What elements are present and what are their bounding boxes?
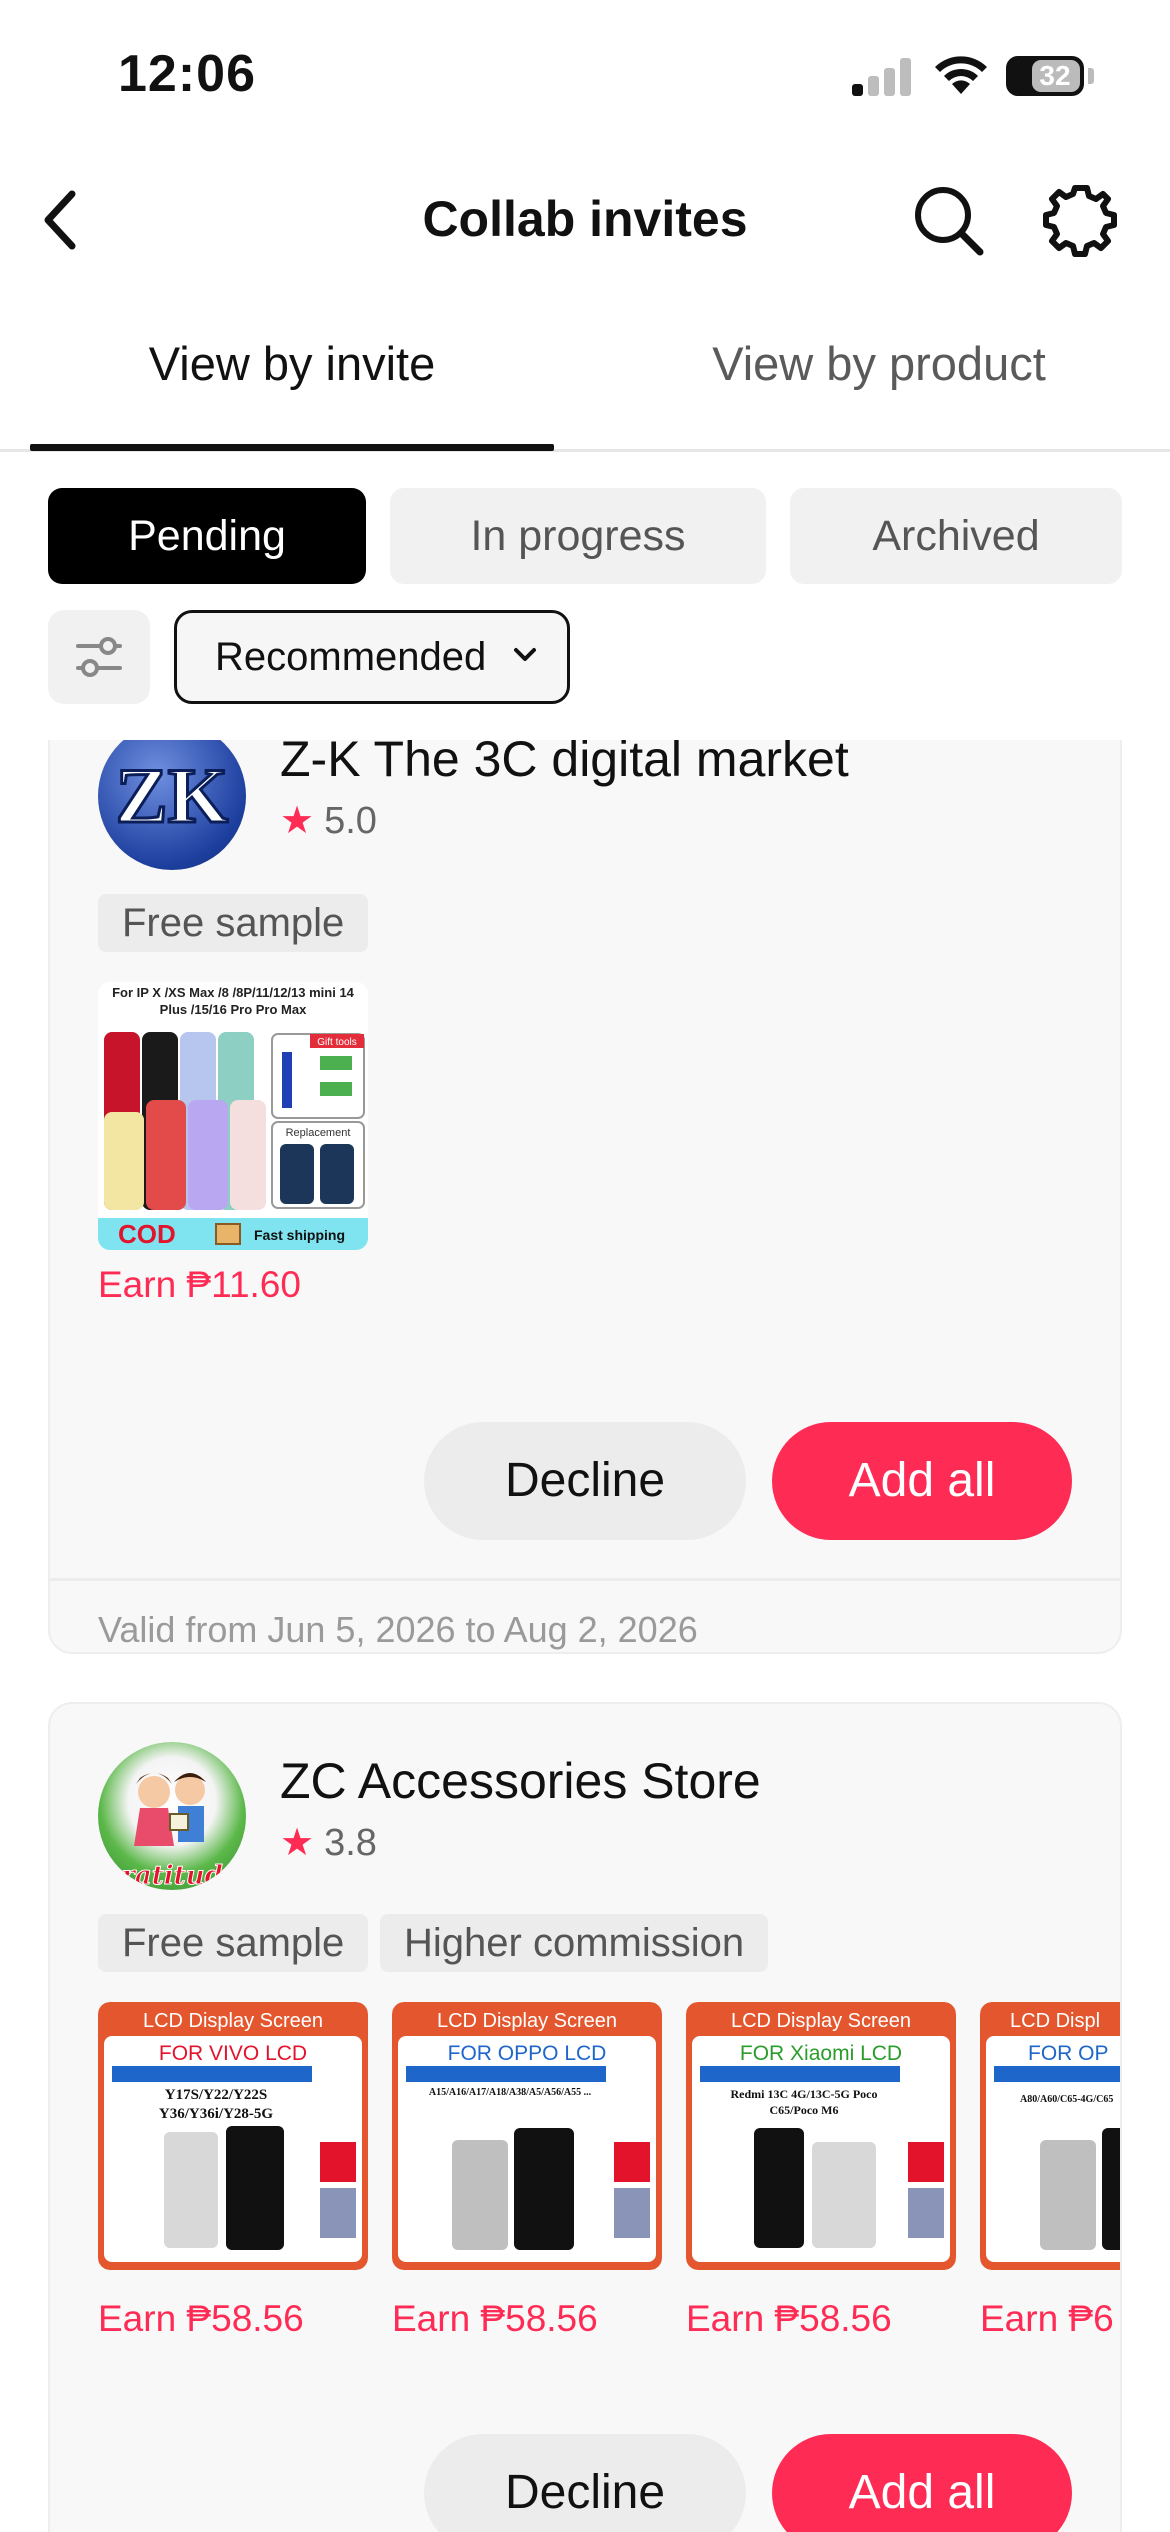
tab-view-by-product[interactable]: View by product: [636, 336, 1122, 391]
thumb-models: A15/A16/A17/A18/A38/A5/A56/A55 ...: [428, 2087, 592, 2098]
gift-tools-badge: Gift tools: [317, 1037, 356, 1048]
battery-icon: 32: [1006, 56, 1084, 96]
thumb-models: A80/A60/C65-4G/C65: [1020, 2094, 1113, 2105]
thumb-header: LCD Display Screen: [437, 2010, 617, 2032]
zk-logo-art: ZK: [114, 751, 230, 841]
tag-free-sample: Free sample: [98, 1914, 369, 1972]
validity-period: Valid from Jun 5, 2026 to Aug 2, 2026: [98, 1609, 698, 1650]
thumb-brand: FOR OPPO LCD: [448, 2042, 607, 2065]
product-thumbnail[interactable]: LCD Display Screen FOR VIVO LCD Y17S/Y22…: [98, 2002, 368, 2270]
iphone-back-glass-image: For IP X /XS Max /8 /8P/11/12/13 mini 14…: [98, 982, 368, 1250]
earn-amount: Earn ₱58.56: [98, 2298, 304, 2339]
lcd-display-image: LCD Display Screen FOR VIVO LCD Y17S/Y22…: [98, 2002, 368, 2270]
thumb-brand: FOR OP: [1028, 2042, 1109, 2065]
logo-text: ratitud: [121, 1861, 223, 1890]
replacement-label: Replacement: [286, 1127, 351, 1139]
lcd-display-image: LCD Displ FOR OP A80/A60/C65-4G/C65: [980, 2002, 1120, 2270]
thumb-header: LCD Displ: [1010, 2010, 1100, 2032]
add-all-button[interactable]: Add all: [772, 1422, 1072, 1540]
store-name[interactable]: ZC Accessories Store: [280, 1752, 761, 1810]
product-thumbnail[interactable]: LCD Display Screen FOR Xiaomi LCD Redmi …: [686, 2002, 956, 2270]
rating-value: 5.0: [324, 800, 377, 842]
nav-bar: Collab invites: [0, 160, 1170, 280]
rating-value: 3.8: [324, 1822, 377, 1864]
invite-card: ratitud ZC Accessories Store ★ 3.8 Free s…: [48, 1702, 1122, 2532]
earn-amount: Earn ₱58.56: [686, 2298, 892, 2339]
filter-button[interactable]: [48, 610, 150, 704]
sort-dropdown[interactable]: Recommended: [174, 610, 570, 704]
store-logo: ratitud: [98, 1742, 246, 1890]
chip-in-progress[interactable]: In progress: [390, 488, 766, 584]
wifi-icon: [935, 56, 987, 94]
search-icon[interactable]: [908, 180, 988, 260]
view-tabs: View by invite View by product: [0, 310, 1170, 452]
gratitude-logo-art: ratitud: [121, 1773, 223, 1890]
invite-card: ZK Z-K The 3C digital market ★ 5.0 Free s…: [48, 740, 1122, 1654]
cod-label: COD: [118, 1219, 176, 1249]
star-icon: ★: [280, 800, 315, 842]
lcd-display-image: LCD Display Screen FOR OPPO LCD A15/A16/…: [392, 2002, 662, 2270]
product-thumbnail[interactable]: For IP X /XS Max /8 /8P/11/12/13 mini 14…: [98, 982, 368, 1250]
active-tab-indicator: [30, 444, 554, 451]
chip-archived[interactable]: Archived: [790, 488, 1122, 584]
sliders-icon: [76, 637, 122, 677]
lcd-display-image: LCD Display Screen FOR Xiaomi LCD Redmi …: [686, 2002, 956, 2270]
card-footer: Valid from Jun 5, 2026 to Aug 2, 2026: [50, 1578, 1120, 1652]
tag-free-sample: Free sample: [98, 894, 369, 952]
decline-button[interactable]: Decline: [424, 1422, 746, 1540]
battery-tip: [1088, 68, 1094, 84]
tab-view-by-invite[interactable]: View by invite: [30, 336, 554, 391]
status-bar: 12:06 32: [0, 0, 1170, 150]
gear-icon[interactable]: [1040, 180, 1120, 260]
earn-amount: Earn ₱6: [980, 2298, 1114, 2339]
earn-amount: Earn ₱11.60: [98, 1264, 301, 1305]
thumb-header: LCD Display Screen: [731, 2010, 911, 2032]
add-all-button[interactable]: Add all: [772, 2434, 1072, 2532]
thumb-models: Y17S/Y22/Y22S Y36/Y36i/Y28-5G: [158, 2087, 274, 2122]
page-title: Collab invites: [422, 191, 748, 247]
product-thumbnail[interactable]: LCD Display Screen FOR OPPO LCD A15/A16/…: [392, 2002, 662, 2270]
fast-shipping-label: Fast shipping: [254, 1227, 345, 1243]
store-name[interactable]: Z-K The 3C digital market: [280, 740, 849, 788]
thumb-brand: FOR Xiaomi LCD: [740, 2042, 902, 2065]
product-title-overlay: For IP X /XS Max /8 /8P/11/12/13 mini 14…: [112, 985, 354, 1017]
thumb-header: LCD Display Screen: [143, 2010, 323, 2032]
thumb-models: Redmi 13C 4G/13C-5G Poco C65/Poco M6: [730, 2087, 878, 2117]
chevron-down-icon: [514, 648, 536, 661]
decline-button[interactable]: Decline: [424, 2434, 746, 2532]
invite-list[interactable]: ZK Z-K The 3C digital market ★ 5.0 Free s…: [0, 740, 1170, 2532]
cellular-signal-icon: [852, 56, 914, 96]
logo-text: ZK: [116, 752, 229, 839]
star-icon: ★: [280, 1822, 315, 1864]
product-thumbnail[interactable]: LCD Displ FOR OP A80/A60/C65-4G/C65: [980, 2002, 1120, 2270]
store-rating: ★ 5.0: [280, 798, 377, 843]
sort-label: Recommended: [215, 635, 487, 679]
store-logo: ZK: [98, 740, 246, 870]
thumb-brand: FOR VIVO LCD: [159, 2042, 307, 2065]
battery-percent: 32: [1039, 60, 1071, 91]
earn-amount: Earn ₱58.56: [392, 2298, 598, 2339]
tag-higher-commission: Higher commission: [380, 1914, 769, 1972]
chip-pending[interactable]: Pending: [48, 488, 366, 584]
store-rating: ★ 3.8: [280, 1820, 377, 1865]
clock: 12:06: [118, 45, 256, 103]
